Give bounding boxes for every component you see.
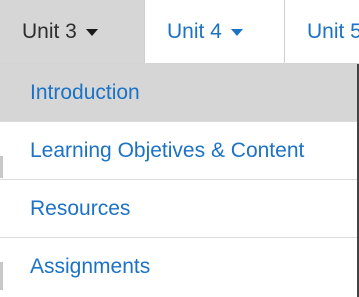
menu-item-assignments[interactable]: Assignments (0, 238, 357, 296)
background-edge-mark (0, 262, 3, 290)
menu-item-introduction[interactable]: Introduction (0, 64, 357, 122)
unit-tab-bar: Unit 3 Unit 4 Unit 5 (0, 0, 359, 64)
menu-item-label: Assignments (30, 255, 151, 278)
tab-unit-3[interactable]: Unit 3 (0, 0, 145, 63)
tab-unit-4-label: Unit 4 (167, 19, 222, 43)
menu-item-label: Introduction (30, 80, 140, 104)
menu-item-resources[interactable]: Resources (0, 180, 357, 238)
tab-unit-5-label: Unit 5 (307, 19, 359, 43)
background-edge-mark (0, 156, 3, 178)
menu-item-label: Resources (30, 196, 131, 220)
tab-unit-3-label: Unit 3 (22, 19, 77, 43)
caret-down-icon (85, 29, 98, 36)
tab-unit-4[interactable]: Unit 4 (145, 0, 285, 63)
unit-3-dropdown-menu: Introduction Learning Objetives & Conten… (0, 64, 359, 297)
tab-unit-5[interactable]: Unit 5 (285, 0, 359, 63)
caret-down-icon (230, 29, 243, 36)
menu-item-learning-objectives-content[interactable]: Learning Objetives & Content (0, 122, 357, 180)
menu-item-label: Learning Objetives & Content (30, 138, 305, 162)
